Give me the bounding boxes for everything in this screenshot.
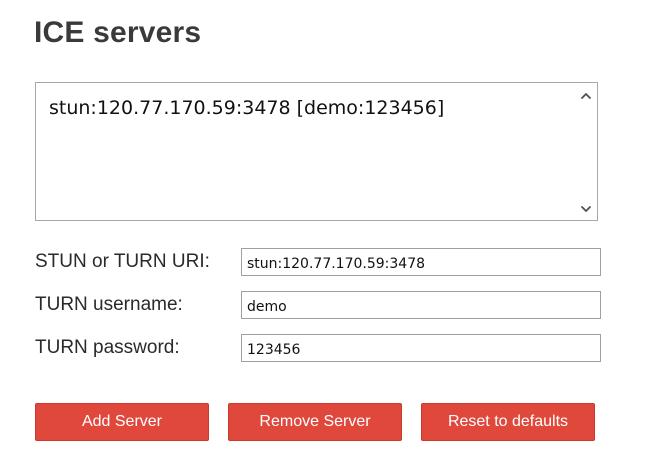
username-label: TURN username: <box>35 294 183 315</box>
password-input[interactable] <box>241 334 601 362</box>
uri-input[interactable] <box>241 248 601 276</box>
uri-label: STUN or TURN URI: <box>35 251 210 272</box>
chevron-down-icon[interactable] <box>579 202 593 216</box>
add-server-button[interactable]: Add Server <box>35 403 209 441</box>
reset-defaults-button[interactable]: Reset to defaults <box>421 403 595 441</box>
server-list-scrollbar[interactable] <box>575 83 597 220</box>
username-input[interactable] <box>241 291 601 319</box>
ice-server-list[interactable]: stun:120.77.170.59:3478 [demo:123456] <box>35 82 598 221</box>
password-label: TURN password: <box>35 337 180 358</box>
remove-server-button[interactable]: Remove Server <box>228 403 402 441</box>
chevron-up-icon[interactable] <box>579 89 593 103</box>
server-list-item[interactable]: stun:120.77.170.59:3478 [demo:123456] <box>49 97 444 119</box>
section-title: ICE servers <box>34 16 202 49</box>
